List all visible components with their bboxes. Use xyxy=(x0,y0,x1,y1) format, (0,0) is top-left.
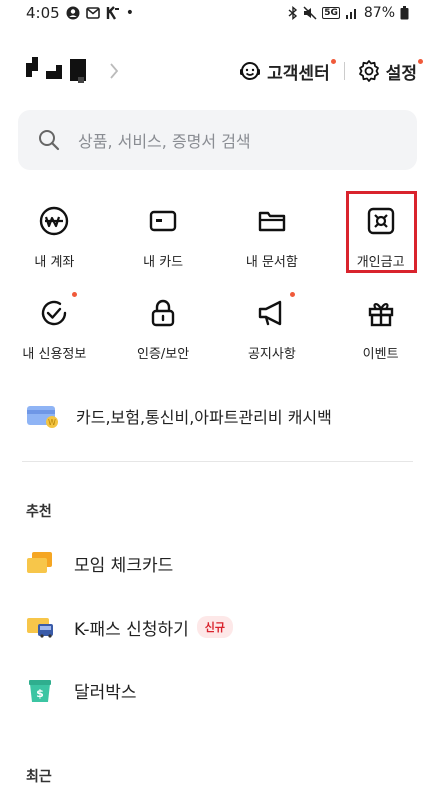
list-item-label: K-패스 신청하기 신규 xyxy=(74,615,233,640)
card-stack-icon xyxy=(27,552,52,573)
menu-item-label: 개인금고 xyxy=(356,255,405,270)
menu-item-events[interactable]: 이벤트 xyxy=(326,282,435,362)
status-bar: 4:05 • 5G 87% xyxy=(0,0,435,26)
dollar-box-icon: $ xyxy=(29,680,51,702)
new-badge: 신규 xyxy=(196,616,233,638)
header-divider xyxy=(343,62,345,80)
svg-text:$: $ xyxy=(36,687,44,700)
menu-item-label: 내 문서함 xyxy=(245,255,298,270)
signal-icon xyxy=(345,9,356,19)
megaphone-icon xyxy=(255,292,295,329)
status-left: 4:05 • xyxy=(26,4,134,22)
status-time: 4:05 xyxy=(26,4,60,22)
bluetooth-icon xyxy=(288,6,298,20)
header: 고객센터 설정 xyxy=(0,50,435,92)
promo-label: 카드,보험,통신비,아파트관리비 캐시백 xyxy=(76,408,332,427)
notification-dot xyxy=(289,292,295,297)
logo-mark-icon xyxy=(26,57,86,83)
k-notification-icon xyxy=(106,6,119,20)
folder-icon xyxy=(255,204,289,237)
lock-icon xyxy=(146,296,180,329)
notification-dot xyxy=(72,292,78,297)
recent-title: 최근 xyxy=(26,769,52,785)
gear-icon xyxy=(358,60,379,82)
list-item-label: 모임 체크카드 xyxy=(74,555,174,576)
network-type-icon: 5G xyxy=(322,7,340,19)
card-coin-icon: W xyxy=(27,406,58,428)
battery-percent: 87% xyxy=(363,5,395,21)
bus-card-icon xyxy=(27,618,53,638)
menu-item-my-card[interactable]: 내 카드 xyxy=(109,190,218,270)
list-item-moim-check-card[interactable]: 모임 체크카드 xyxy=(26,550,173,576)
list-item-dollar-box[interactable]: $ 달러박스 xyxy=(26,676,137,704)
account-logo[interactable] xyxy=(26,57,119,85)
menu-item-my-account[interactable]: 내 계좌 xyxy=(0,190,109,270)
menu-item-credit-info[interactable]: 내 신용정보 xyxy=(0,282,109,362)
cashback-promo[interactable]: W 카드,보험,통신비,아파트관리비 캐시백 xyxy=(26,396,332,436)
search-icon xyxy=(39,130,60,151)
customer-center-label: 고객센터 xyxy=(267,63,330,84)
won-circle-icon xyxy=(37,204,71,237)
menu-item-auth-security[interactable]: 인증/보안 xyxy=(109,282,218,362)
list-item-label: 달러박스 xyxy=(74,682,137,703)
settings-button[interactable]: 설정 xyxy=(357,58,423,84)
k-pass-label: K-패스 신청하기 xyxy=(74,619,189,640)
status-dot-icon: • xyxy=(125,5,134,21)
menu-item-label: 인증/보안 xyxy=(137,347,190,362)
mail-icon xyxy=(85,7,100,19)
headset-icon xyxy=(240,62,261,80)
battery-icon xyxy=(400,6,409,20)
safe-icon xyxy=(364,204,398,237)
credit-check-icon xyxy=(37,292,78,329)
menu-grid: 내 계좌 내 카드 내 문서함 개인금고 내 신용정보 인증/보안 공지사항 이… xyxy=(0,190,435,362)
list-item-k-pass[interactable]: K-패스 신청하기 신규 xyxy=(26,614,233,640)
search-bar[interactable]: 상품, 서비스, 증명서 검색 xyxy=(18,110,417,170)
menu-item-label: 공지사항 xyxy=(247,347,296,362)
gift-icon xyxy=(364,296,398,329)
section-divider xyxy=(22,461,413,462)
menu-item-personal-safe[interactable]: 개인금고 xyxy=(326,190,435,270)
recommended-title: 추천 xyxy=(26,504,52,520)
customer-center-button[interactable]: 고객센터 xyxy=(238,58,336,84)
menu-item-my-documents[interactable]: 내 문서함 xyxy=(218,190,327,270)
header-actions: 고객센터 설정 xyxy=(238,58,423,84)
notification-dot xyxy=(418,58,423,64)
svg-text:W: W xyxy=(48,418,56,427)
search-placeholder: 상품, 서비스, 증명서 검색 xyxy=(78,132,251,151)
menu-item-notices[interactable]: 공지사항 xyxy=(218,282,327,362)
settings-label: 설정 xyxy=(385,63,417,84)
menu-item-label: 이벤트 xyxy=(362,347,399,362)
menu-item-label: 내 신용정보 xyxy=(22,347,87,362)
menu-item-label: 내 계좌 xyxy=(34,255,75,270)
mute-icon xyxy=(303,6,317,20)
notification-dot xyxy=(330,58,336,64)
card-icon xyxy=(146,204,180,237)
chevron-right-icon[interactable] xyxy=(109,62,119,80)
account-status-icon xyxy=(66,6,80,20)
status-right: 5G 87% xyxy=(288,5,409,21)
menu-item-label: 내 카드 xyxy=(143,255,184,270)
